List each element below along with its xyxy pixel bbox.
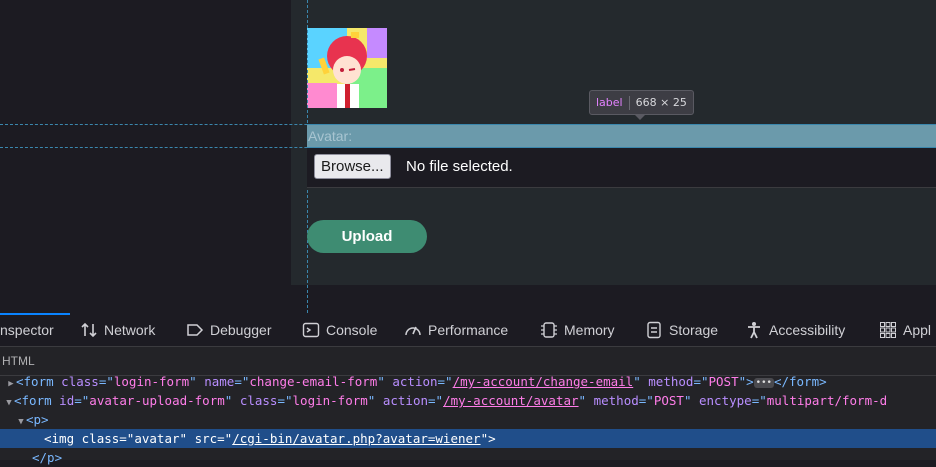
console-icon (302, 321, 320, 339)
tab-accessibility[interactable]: Accessibility (745, 313, 845, 347)
browse-button[interactable]: Browse... (314, 154, 391, 179)
tab-debugger-label: Debugger (210, 322, 272, 338)
tab-storage-label: Storage (669, 322, 719, 338)
tab-performance-label: Performance (428, 322, 509, 338)
memory-icon (540, 321, 558, 339)
avatar-label-text: Avatar: (308, 128, 353, 144)
tree-line-p-open[interactable]: ▼ <p> (0, 410, 936, 429)
tab-application-label: Appl (903, 322, 932, 338)
tab-inspector[interactable]: nspector (0, 313, 70, 347)
tab-application[interactable]: Appl (879, 313, 931, 347)
upload-button[interactable]: Upload (307, 220, 427, 253)
expand-triangle-icon[interactable]: ▶ (6, 375, 16, 391)
tab-network-label: Network (104, 322, 156, 338)
tab-inspector-label: nspector (0, 322, 54, 338)
tab-network[interactable]: Network (80, 313, 155, 347)
performance-icon (404, 321, 422, 339)
tree-line-change-email-form[interactable]: ▶ <form class="login-form" name="change-e… (0, 372, 936, 391)
devtools-tabbar: nspector Network Debugger Console Perfor… (0, 313, 936, 347)
tab-storage[interactable]: Storage (645, 313, 718, 347)
tab-memory-label: Memory (564, 322, 615, 338)
file-input-row: Browse... No file selected. (307, 148, 936, 188)
tree-line-img-selected[interactable]: <img class="avatar" src="/cgi-bin/avatar… (0, 429, 936, 448)
html-tree: ▶ <form class="login-form" name="change-e… (0, 374, 936, 465)
browser-page: Avatar: label 668 × 25 Browse... No file… (0, 0, 936, 313)
tab-accessibility-label: Accessibility (769, 322, 846, 338)
tree-line-p-close[interactable]: </p> (0, 448, 936, 467)
accessibility-icon (745, 321, 763, 339)
highlighted-label: Avatar: (307, 124, 936, 148)
tab-memory[interactable]: Memory (540, 313, 615, 347)
collapsed-ellipsis-icon[interactable]: ••• (753, 377, 774, 388)
tooltip-tag: label (596, 96, 623, 109)
avatar-image (307, 28, 387, 108)
collapse-triangle-icon[interactable]: ▼ (16, 413, 26, 429)
subpanel-label: HTML (2, 354, 35, 368)
tab-console-label: Console (326, 322, 378, 338)
storage-icon (645, 321, 663, 339)
file-status-text: No file selected. (406, 158, 513, 175)
debugger-icon (186, 321, 204, 339)
tab-console[interactable]: Console (302, 313, 377, 347)
tab-debugger[interactable]: Debugger (186, 313, 272, 347)
inspector-tooltip: label 668 × 25 (589, 90, 694, 120)
tooltip-dimensions: 668 × 25 (635, 96, 687, 109)
network-icon (80, 321, 98, 339)
application-icon (879, 321, 897, 339)
devtools-panel: nspector Network Debugger Console Perfor… (0, 313, 936, 465)
collapse-triangle-icon[interactable]: ▼ (4, 394, 14, 410)
tab-performance[interactable]: Performance (404, 313, 508, 347)
tree-line-avatar-upload-form[interactable]: ▼ <form id="avatar-upload-form" class="lo… (0, 391, 936, 410)
